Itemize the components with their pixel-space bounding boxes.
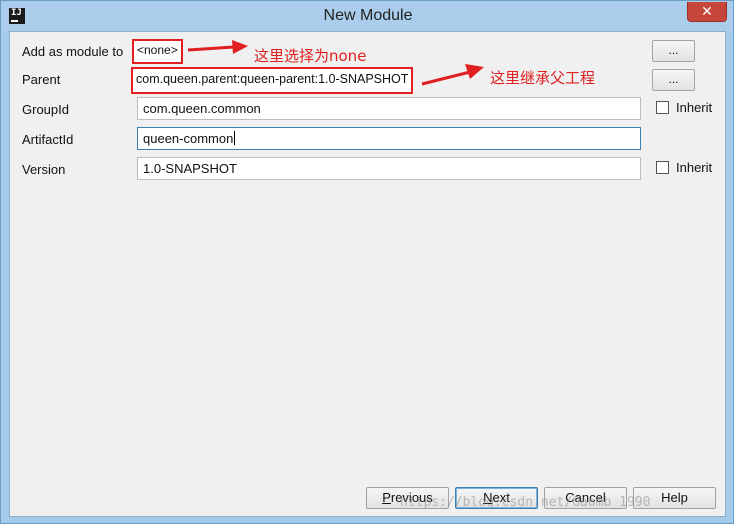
- version-input[interactable]: 1.0-SNAPSHOT: [137, 157, 641, 180]
- add-as-module-browse-button[interactable]: ...: [652, 40, 695, 62]
- groupid-input[interactable]: com.queen.common: [137, 97, 641, 120]
- dialog-content: Add as module to <none> ... Parent com.q…: [9, 31, 726, 517]
- version-inherit-label[interactable]: Inherit: [676, 160, 712, 175]
- add-as-module-value[interactable]: <none>: [132, 39, 183, 64]
- parent-label: Parent: [22, 72, 61, 87]
- previous-mnemonic: P: [382, 490, 391, 505]
- artifactid-input[interactable]: queen-common: [137, 127, 641, 150]
- new-module-dialog: IJ New Module ✕ Add as module to <none> …: [0, 0, 734, 524]
- module-annotation: 这里选择为none: [254, 47, 367, 65]
- parent-browse-button[interactable]: ...: [652, 69, 695, 91]
- watermark: https://blog.csdn.net/Gaomb_1990: [400, 495, 651, 510]
- parent-annotation-arrow-icon: [421, 64, 484, 86]
- dialog-title: New Module: [323, 7, 413, 24]
- close-button[interactable]: ✕: [687, 2, 727, 22]
- groupid-label: GroupId: [22, 102, 69, 117]
- version-label: Version: [22, 162, 66, 177]
- add-as-module-label: Add as module to: [22, 44, 124, 59]
- text-caret: [234, 131, 236, 145]
- module-annotation-arrow-icon: [187, 40, 248, 54]
- groupid-inherit-label[interactable]: Inherit: [676, 100, 712, 115]
- parent-value[interactable]: com.queen.parent:queen-parent:1.0-SNAPSH…: [131, 67, 414, 94]
- groupid-inherit-checkbox[interactable]: [656, 101, 669, 114]
- artifactid-value: queen-common: [143, 131, 234, 146]
- title-bar[interactable]: IJ New Module ✕: [1, 1, 733, 31]
- version-inherit-checkbox[interactable]: [656, 161, 669, 174]
- artifactid-label: ArtifactId: [22, 132, 74, 147]
- parent-annotation: 这里继承父工程: [490, 69, 596, 87]
